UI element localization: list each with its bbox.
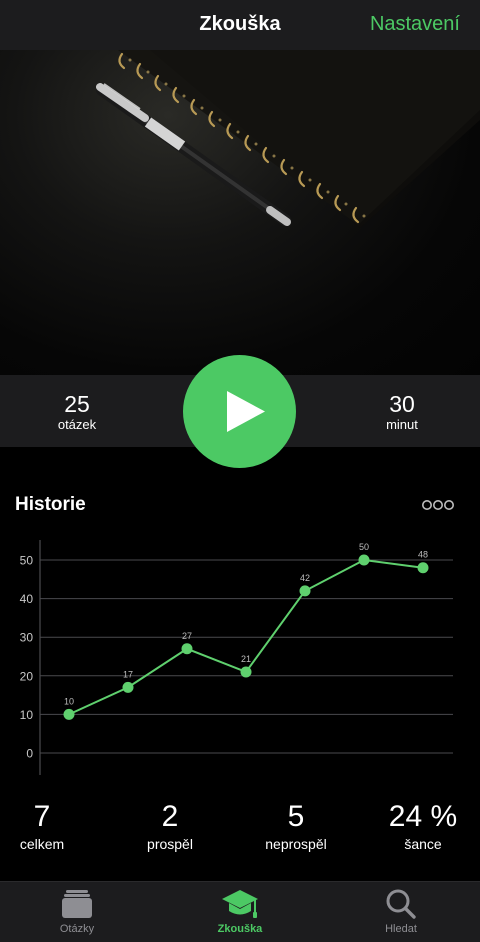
ellipsis-icon: [422, 500, 454, 510]
tab-search-label: Hledat: [385, 923, 417, 935]
data-point: [240, 666, 252, 678]
data-point: [63, 708, 75, 720]
minutes-count-block: 30 minut: [342, 391, 462, 433]
tab-search[interactable]: Hledat: [346, 888, 456, 940]
questions-count-block: 25 otázek: [17, 391, 137, 433]
settings-button[interactable]: Nastavení: [370, 13, 460, 36]
graduation-cap-icon: [222, 890, 258, 918]
history-line-chart: 0 10 20 30 40 50 10 17 27 21 42 50 48: [20, 540, 453, 775]
data-label: 17: [123, 669, 133, 679]
more-options-button[interactable]: [420, 496, 456, 514]
minutes-count: 30: [389, 391, 415, 417]
y-tick-label: 20: [20, 669, 34, 683]
summary-passed-value: 2: [161, 800, 179, 833]
y-tick-label: 40: [20, 592, 34, 606]
y-tick-label: 0: [26, 747, 33, 761]
summary-failed-value: 5: [287, 800, 305, 833]
summary-chance: 24 % šance: [368, 800, 478, 854]
data-label: 50: [359, 542, 369, 552]
y-tick-label: 50: [20, 554, 34, 568]
tab-exam[interactable]: Zkouška: [185, 888, 295, 940]
tab-exam-label: Zkouška: [217, 923, 263, 935]
data-point: [299, 585, 311, 597]
data-label: 21: [241, 654, 251, 664]
data-point: [417, 562, 429, 574]
summary-total-value: 7: [33, 800, 51, 833]
y-tick-label: 10: [20, 708, 34, 722]
tab-questions-label: Otázky: [59, 923, 95, 935]
data-point: [122, 681, 134, 693]
results-summary: 7 celkem 2 prospěl 5 neprospěl 24 % šanc…: [0, 800, 480, 870]
summary-passed-label: prospěl: [147, 836, 193, 852]
summary-failed-label: neprospěl: [265, 836, 327, 852]
summary-total: 7 celkem: [0, 800, 97, 854]
summary-passed: 2 prospěl: [115, 800, 225, 854]
data-label: 27: [182, 631, 192, 641]
navigation-bar: Zkouška Nastavení: [0, 0, 480, 50]
data-label: 42: [300, 573, 310, 583]
data-point: [358, 554, 370, 566]
data-label: 10: [64, 696, 74, 706]
search-icon: [386, 889, 416, 919]
tab-questions[interactable]: Otázky: [22, 888, 132, 940]
hero-image: [0, 50, 480, 375]
history-title: Historie: [15, 494, 86, 515]
notebook-pen-illustration: [95, 50, 480, 228]
questions-count: 25: [64, 391, 90, 417]
data-point: [181, 643, 193, 655]
summary-total-label: celkem: [19, 836, 65, 852]
summary-failed: 5 neprospěl: [241, 800, 351, 854]
minutes-label: minut: [386, 417, 418, 432]
cards-icon: [62, 890, 92, 918]
tab-bar: Otázky Zkouška Hledat: [0, 881, 480, 942]
questions-label: otázek: [57, 417, 97, 432]
play-icon: [227, 391, 265, 432]
start-exam-button[interactable]: [183, 355, 296, 468]
y-tick-label: 30: [20, 631, 34, 645]
summary-chance-value: 24 %: [388, 800, 458, 833]
summary-chance-label: šance: [404, 836, 442, 852]
data-label: 48: [418, 550, 428, 560]
